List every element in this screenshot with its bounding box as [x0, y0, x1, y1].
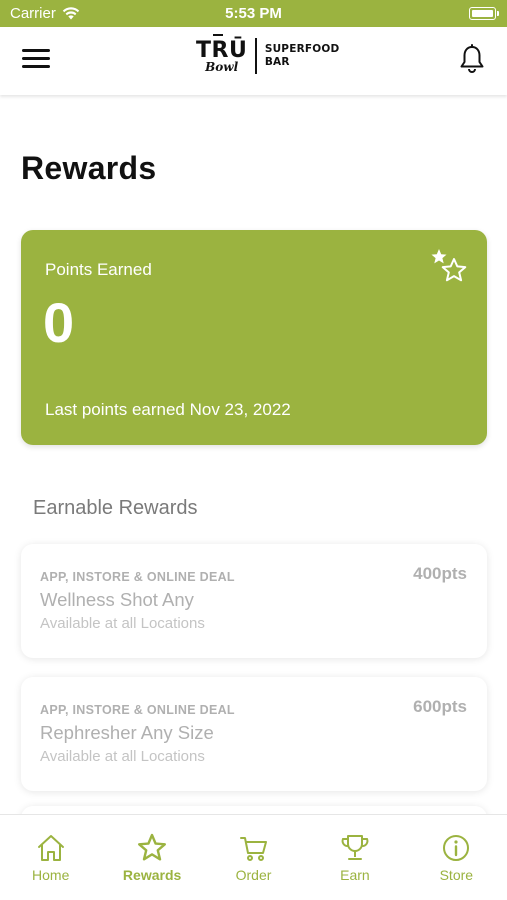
logo-line1: SUPERFOOD — [264, 43, 340, 55]
tab-label: Home — [32, 867, 70, 883]
tab-home[interactable]: Home — [0, 815, 101, 900]
reward-points: 400pts — [413, 564, 467, 583]
tab-store[interactable]: Store — [406, 815, 507, 900]
tab-order[interactable]: Order — [203, 815, 304, 900]
reward-points: 600pts — [413, 697, 467, 716]
home-icon — [37, 835, 64, 861]
status-time: 5:53 PM — [225, 5, 282, 22]
points-card: Points Earned 0 Last points earned Nov 2… — [21, 230, 487, 445]
points-value: 0 — [43, 291, 75, 354]
brand-logo: TRŪ Bowl SUPERFOOD BAR — [196, 33, 339, 79]
trophy-icon — [341, 835, 369, 860]
logo-line2: BAR — [264, 56, 290, 68]
logo-text: SUPERFOOD BAR — [265, 43, 340, 69]
tab-rewards[interactable]: Rewards — [101, 815, 202, 900]
reward-type: APP, INSTORE & ONLINE DEAL — [40, 703, 235, 717]
reward-availability: Available at all Locations — [40, 615, 205, 632]
stars-icon — [431, 249, 467, 282]
reward-type: APP, INSTORE & ONLINE DEAL — [40, 570, 235, 584]
reward-card-wellness-shot[interactable]: APP, INSTORE & ONLINE DEAL Wellness Shot… — [21, 544, 487, 658]
info-icon — [443, 835, 470, 861]
page-title: Rewards — [21, 150, 157, 186]
cart-icon — [239, 837, 267, 861]
tab-label: Earn — [340, 867, 370, 883]
points-label: Points Earned — [45, 260, 152, 279]
reward-card-rephresher[interactable]: APP, INSTORE & ONLINE DEAL Rephresher An… — [21, 677, 487, 791]
tab-bar: Home Rewards Order Earn Store — [0, 814, 507, 900]
tab-label: Store — [439, 867, 474, 883]
reward-name: Rephresher Any Size — [40, 722, 214, 743]
status-bar: Carrier 5:53 PM — [0, 0, 507, 27]
tab-label: Rewards — [122, 867, 182, 883]
tab-earn[interactable]: Earn — [304, 815, 405, 900]
last-points-earned: Last points earned Nov 23, 2022 — [45, 400, 291, 419]
battery-icon — [469, 7, 499, 20]
logo-brand: TRŪ — [196, 37, 248, 63]
star-icon — [138, 833, 167, 861]
bell-icon[interactable] — [459, 44, 485, 74]
logo-mark: TRŪ Bowl — [196, 37, 248, 73]
battery-fill — [471, 9, 493, 17]
reward-name: Wellness Shot Any — [40, 589, 194, 610]
logo-divider — [255, 38, 257, 74]
reward-availability: Available at all Locations — [40, 748, 205, 765]
earnable-rewards-title: Earnable Rewards — [33, 497, 198, 519]
app-header: TRŪ Bowl SUPERFOOD BAR — [0, 27, 507, 95]
tab-label: Order — [235, 867, 272, 883]
hamburger-icon[interactable] — [22, 49, 50, 71]
